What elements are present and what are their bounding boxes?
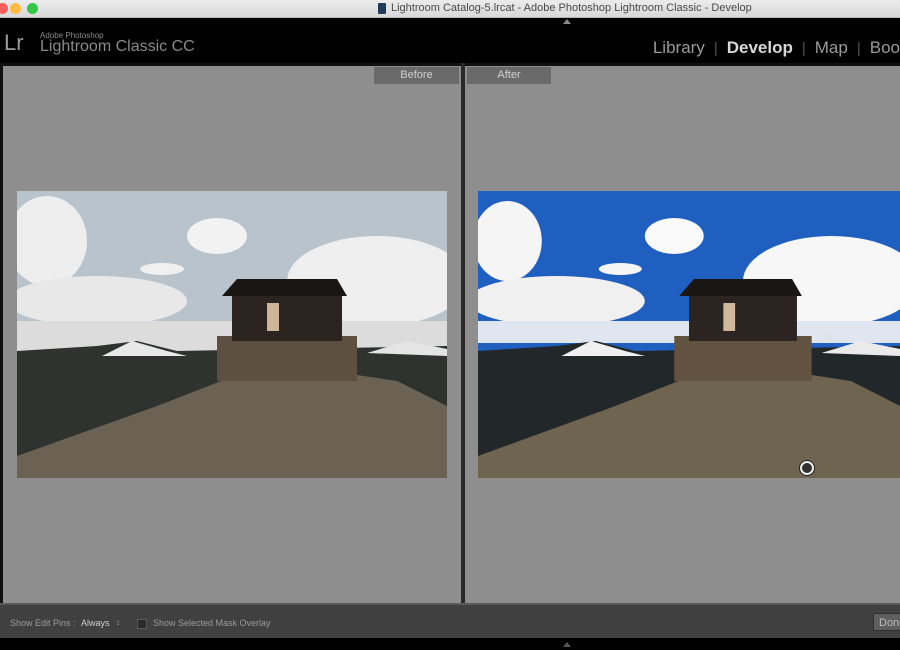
collapse-top-panel-arrow-icon[interactable]	[563, 19, 571, 24]
module-separator: |	[856, 39, 861, 57]
identity-plate: Lr Adobe Photoshop Lightroom Classic CC …	[0, 18, 900, 63]
develop-toolbar: Show Edit Pins : Always ↕ Show Selected …	[0, 603, 900, 640]
stone-base	[217, 336, 357, 381]
module-separator: |	[801, 39, 806, 57]
after-pane: After ✎	[465, 66, 900, 603]
after-photo-image	[478, 191, 900, 478]
cabin-door	[723, 303, 736, 331]
stone-base	[674, 336, 812, 381]
after-photo[interactable]: ✎	[478, 191, 900, 478]
module-map[interactable]: Map	[815, 38, 848, 58]
module-develop[interactable]: Develop	[727, 38, 793, 58]
show-edit-pins-label: Show Edit Pins :	[10, 618, 76, 628]
before-label: Before	[374, 67, 459, 84]
window-title: Lightroom Catalog-5.lrcat - Adobe Photos…	[378, 2, 752, 14]
close-window-button[interactable]	[0, 3, 8, 14]
window-titlebar: Lightroom Catalog-5.lrcat - Adobe Photos…	[0, 0, 900, 18]
window-title-text: Lightroom Catalog-5.lrcat - Adobe Photos…	[391, 2, 752, 14]
compare-view: Before After ✎	[0, 63, 900, 603]
lightroom-logo: Lr	[4, 30, 24, 55]
done-button[interactable]: Done	[873, 613, 900, 631]
show-mask-overlay-label[interactable]: Show Selected Mask Overlay	[153, 618, 271, 628]
module-library[interactable]: Library	[653, 38, 705, 58]
cloud	[598, 263, 642, 275]
document-icon	[378, 2, 386, 14]
lookout-cabin	[232, 291, 342, 341]
show-mask-overlay-checkbox[interactable]	[137, 619, 147, 629]
show-edit-pins-select[interactable]: Always	[81, 618, 110, 628]
brand-product: Lightroom Classic CC	[40, 38, 195, 55]
module-picker: Library | Develop | Map | Boo	[653, 38, 900, 58]
after-label: After	[467, 67, 551, 84]
minimize-window-button[interactable]	[10, 3, 21, 14]
edit-pin-icon[interactable]	[800, 461, 814, 475]
cloud	[187, 218, 247, 254]
maximize-window-button[interactable]	[27, 3, 38, 14]
before-photo[interactable]	[17, 191, 447, 478]
cabin-roof	[222, 279, 347, 296]
module-separator: |	[713, 39, 718, 57]
before-pane: Before	[3, 66, 461, 603]
module-book[interactable]: Boo	[870, 38, 900, 58]
cabin-door	[267, 303, 279, 331]
cloud	[140, 263, 184, 275]
cabin-roof	[679, 279, 802, 296]
lookout-cabin	[689, 291, 797, 341]
brush-cursor-icon: ✎	[823, 330, 834, 344]
filmstrip-collapsed	[0, 638, 900, 650]
expand-filmstrip-arrow-icon[interactable]	[563, 642, 571, 647]
before-photo-image	[17, 191, 447, 478]
cloud	[644, 218, 704, 254]
select-arrows-icon[interactable]: ↕	[116, 618, 120, 627]
